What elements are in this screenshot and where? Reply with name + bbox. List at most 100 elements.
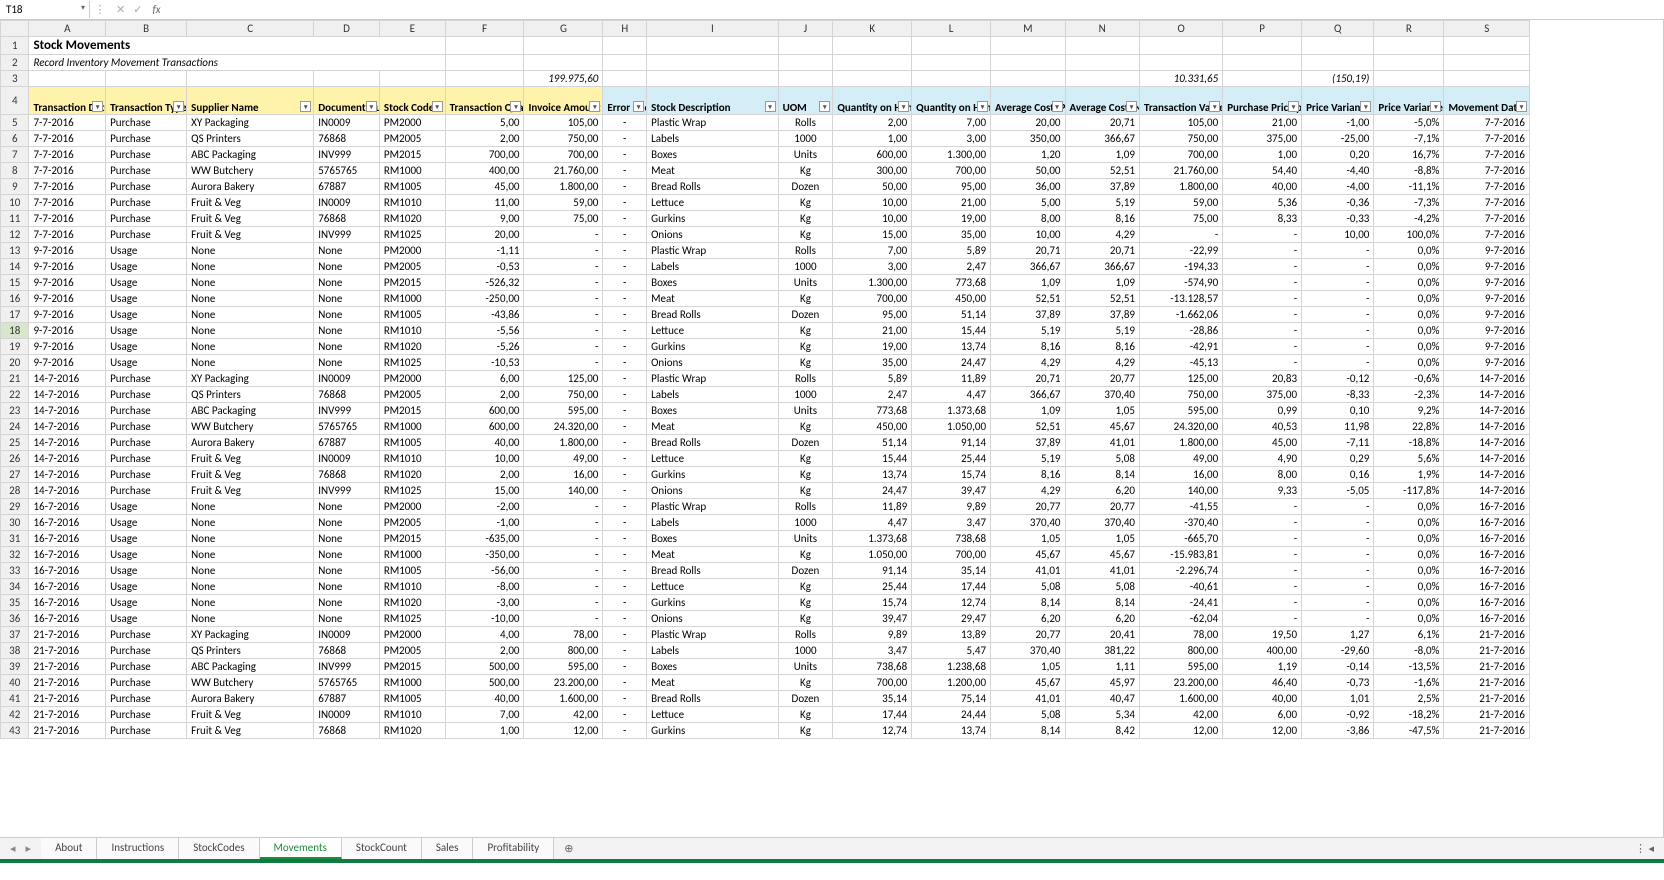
cell[interactable]: - — [603, 115, 647, 131]
cell[interactable]: 9-7-2016 — [29, 291, 106, 307]
cell[interactable]: 7-7-2016 — [1444, 131, 1530, 147]
cell[interactable]: None — [314, 611, 380, 627]
cell[interactable]: 595,00 — [524, 659, 603, 675]
cell[interactable]: 7,00 — [445, 707, 524, 723]
cell[interactable]: Purchase — [106, 403, 187, 419]
cell[interactable]: PM2000 — [379, 371, 445, 387]
cell[interactable]: Kg — [778, 483, 833, 499]
cell[interactable]: - — [1302, 243, 1374, 259]
cell[interactable]: - — [603, 659, 647, 675]
cell[interactable]: 14-7-2016 — [1444, 467, 1530, 483]
cell[interactable]: 14-7-2016 — [29, 371, 106, 387]
cell[interactable]: - — [1223, 611, 1302, 627]
cell[interactable]: 21.760,00 — [524, 163, 603, 179]
cell[interactable]: - — [524, 563, 603, 579]
cell[interactable]: 21-7-2016 — [1444, 643, 1530, 659]
cell[interactable]: 45,00 — [1223, 435, 1302, 451]
cell[interactable]: Purchase — [106, 211, 187, 227]
cell[interactable]: 381,22 — [1065, 643, 1139, 659]
cell[interactable]: 13,74 — [912, 723, 991, 739]
cell[interactable]: 700,00 — [445, 147, 524, 163]
cell[interactable]: 40,53 — [1223, 419, 1302, 435]
cell[interactable]: 6,1% — [1374, 627, 1444, 643]
cell[interactable]: RM1010 — [379, 707, 445, 723]
cell[interactable]: -194,33 — [1139, 259, 1222, 275]
cell[interactable]: 41,01 — [1065, 563, 1139, 579]
cell[interactable]: 14-7-2016 — [1444, 371, 1530, 387]
cell[interactable]: -3,86 — [1302, 723, 1374, 739]
cell[interactable]: -0,14 — [1302, 659, 1374, 675]
cell[interactable]: Bread Rolls — [647, 563, 778, 579]
cell[interactable]: 16,00 — [524, 467, 603, 483]
filter-dropdown-icon[interactable]: ▾ — [300, 101, 311, 112]
cell[interactable]: INV999 — [314, 403, 380, 419]
cell[interactable]: 700,00 — [1139, 147, 1222, 163]
col-header-C[interactable]: C — [187, 21, 314, 37]
cell[interactable]: Purchase — [106, 195, 187, 211]
cell[interactable]: 6,20 — [991, 611, 1065, 627]
cell[interactable]: 600,00 — [445, 403, 524, 419]
cell[interactable]: 7,00 — [912, 115, 991, 131]
cell[interactable]: 4,90 — [1223, 451, 1302, 467]
cell[interactable]: 2,47 — [833, 387, 912, 403]
column-header[interactable]: Average Cost: Prev▾ — [991, 87, 1065, 115]
cell[interactable]: 6,00 — [445, 371, 524, 387]
cell[interactable]: 16,7% — [1374, 147, 1444, 163]
cell[interactable]: 21-7-2016 — [29, 659, 106, 675]
cell[interactable]: 54,40 — [1223, 163, 1302, 179]
cell[interactable]: - — [1302, 579, 1374, 595]
cell[interactable]: -350,00 — [445, 547, 524, 563]
filter-dropdown-icon[interactable]: ▾ — [510, 101, 521, 112]
cell[interactable]: 12,00 — [1223, 723, 1302, 739]
cell[interactable]: RM1020 — [379, 467, 445, 483]
cell[interactable]: 5765765 — [314, 419, 380, 435]
cell[interactable]: None — [314, 547, 380, 563]
cell[interactable]: 9-7-2016 — [29, 355, 106, 371]
cell[interactable]: Lettuce — [647, 451, 778, 467]
cell[interactable]: None — [187, 323, 314, 339]
cell[interactable]: 370,40 — [1065, 515, 1139, 531]
cell[interactable]: 5,36 — [1223, 195, 1302, 211]
cell[interactable]: None — [314, 307, 380, 323]
cell[interactable]: Dozen — [778, 691, 833, 707]
cell[interactable]: 9-7-2016 — [29, 243, 106, 259]
cell[interactable]: 8,14 — [1065, 467, 1139, 483]
row-header[interactable]: 20 — [1, 355, 29, 371]
cell[interactable]: 595,00 — [1139, 403, 1222, 419]
cell[interactable]: - — [524, 579, 603, 595]
cell[interactable]: None — [187, 547, 314, 563]
cell[interactable]: 8,42 — [1065, 723, 1139, 739]
row-header[interactable]: 36 — [1, 611, 29, 627]
cell[interactable]: 35,00 — [912, 227, 991, 243]
cell[interactable]: 7-7-2016 — [29, 227, 106, 243]
cell[interactable]: 91,14 — [833, 563, 912, 579]
cell[interactable]: 0,0% — [1374, 259, 1444, 275]
cell[interactable]: -56,00 — [445, 563, 524, 579]
column-header[interactable]: Transaction Value▾ — [1139, 87, 1222, 115]
col-header-B[interactable]: B — [106, 21, 187, 37]
cell[interactable]: PM2005 — [379, 259, 445, 275]
cell[interactable]: 800,00 — [1139, 643, 1222, 659]
select-all-corner[interactable] — [1, 21, 29, 37]
cell[interactable]: 5,19 — [991, 451, 1065, 467]
cell[interactable]: Purchase — [106, 675, 187, 691]
row-header[interactable]: 23 — [1, 403, 29, 419]
cell[interactable]: 37,89 — [991, 435, 1065, 451]
cell[interactable]: - — [1302, 611, 1374, 627]
col-header-O[interactable]: O — [1139, 21, 1222, 37]
filter-dropdown-icon[interactable]: ▾ — [92, 101, 103, 112]
cell[interactable]: Meat — [647, 547, 778, 563]
cell[interactable]: None — [314, 531, 380, 547]
cell[interactable]: 14-7-2016 — [29, 403, 106, 419]
cell[interactable]: 9-7-2016 — [29, 323, 106, 339]
cell[interactable]: 16-7-2016 — [29, 579, 106, 595]
cell[interactable]: 370,40 — [991, 643, 1065, 659]
cell[interactable]: 19,00 — [833, 339, 912, 355]
cell[interactable]: 9-7-2016 — [1444, 307, 1530, 323]
cell[interactable]: 5,89 — [912, 243, 991, 259]
sheet-tab-sales[interactable]: Sales — [422, 838, 474, 859]
cell[interactable]: 1.200,00 — [912, 675, 991, 691]
cell[interactable]: 0,0% — [1374, 355, 1444, 371]
cell[interactable]: 16-7-2016 — [29, 611, 106, 627]
cell[interactable]: - — [603, 707, 647, 723]
